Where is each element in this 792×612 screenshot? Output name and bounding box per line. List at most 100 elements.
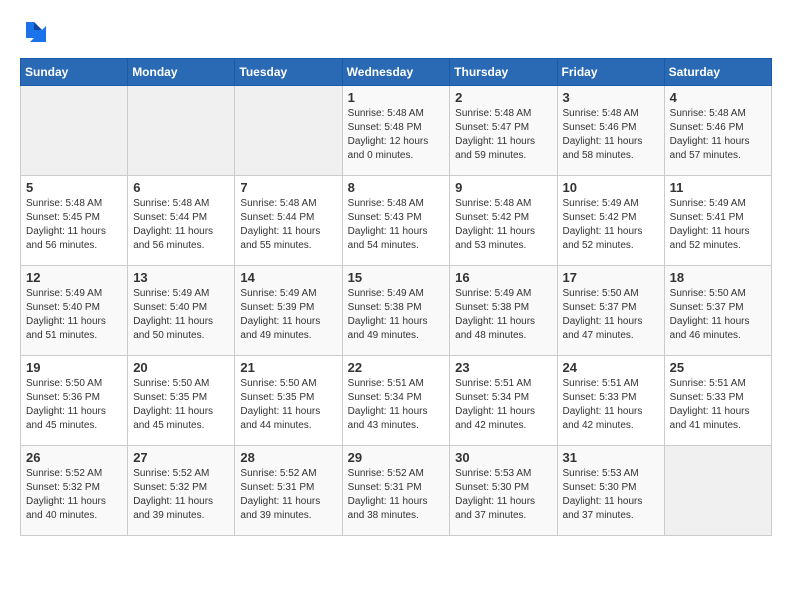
day-of-week-header: Sunday (21, 59, 128, 86)
day-info: Sunrise: 5:49 AM Sunset: 5:40 PM Dayligh… (26, 287, 122, 343)
calendar-cell: 29 Sunrise: 5:52 AM Sunset: 5:31 PM Dayli… (342, 446, 450, 536)
day-number: 22 (348, 360, 445, 375)
calendar-cell: 7Sunrise: 5:48 AM Sunset: 5:44 PM Daylig… (235, 176, 342, 266)
days-of-week-row: SundayMondayTuesdayWednesdayThursdayFrid… (21, 59, 772, 86)
calendar-cell: 16 Sunrise: 5:49 AM Sunset: 5:38 PM Dayli… (450, 266, 557, 356)
day-number: 23 (455, 360, 551, 375)
calendar-cell: 15 Sunrise: 5:49 AM Sunset: 5:38 PM Dayli… (342, 266, 450, 356)
calendar-body: 1 Sunrise: 5:48 AM Sunset: 5:48 PM Daylig… (21, 86, 772, 536)
day-info: Sunrise: 5:53 AM Sunset: 5:30 PM Dayligh… (563, 467, 659, 523)
day-of-week-header: Wednesday (342, 59, 450, 86)
calendar-cell: 28Sunrise: 5:52 AM Sunset: 5:31 PM Dayli… (235, 446, 342, 536)
calendar-cell: 25 Sunrise: 5:51 AM Sunset: 5:33 PM Dayli… (664, 356, 771, 446)
day-of-week-header: Tuesday (235, 59, 342, 86)
day-info: Sunrise: 5:50 AM Sunset: 5:35 PM Dayligh… (133, 377, 229, 433)
day-info: Sunrise: 5:49 AM Sunset: 5:39 PM Dayligh… (240, 287, 336, 343)
calendar-cell: 23 Sunrise: 5:51 AM Sunset: 5:34 PM Dayli… (450, 356, 557, 446)
day-info: Sunrise: 5:48 AM Sunset: 5:42 PM Dayligh… (455, 197, 551, 253)
day-info: Sunrise: 5:48 AM Sunset: 5:43 PM Dayligh… (348, 197, 445, 253)
day-number: 31 (563, 450, 659, 465)
day-number: 25 (670, 360, 766, 375)
calendar-cell: 9 Sunrise: 5:48 AM Sunset: 5:42 PM Daylig… (450, 176, 557, 266)
day-info: Sunrise: 5:51 AM Sunset: 5:33 PM Dayligh… (563, 377, 659, 433)
day-info: Sunrise: 5:48 AM Sunset: 5:46 PM Dayligh… (563, 107, 659, 163)
calendar-cell: 26 Sunrise: 5:52 AM Sunset: 5:32 PM Dayli… (21, 446, 128, 536)
day-info: Sunrise: 5:48 AM Sunset: 5:45 PM Dayligh… (26, 197, 122, 253)
day-info: Sunrise: 5:50 AM Sunset: 5:37 PM Dayligh… (670, 287, 766, 343)
day-number: 15 (348, 270, 445, 285)
calendar-week-row: 19 Sunrise: 5:50 AM Sunset: 5:36 PM Dayli… (21, 356, 772, 446)
calendar-cell: 4Sunrise: 5:48 AM Sunset: 5:46 PM Daylig… (664, 86, 771, 176)
day-info: Sunrise: 5:52 AM Sunset: 5:31 PM Dayligh… (348, 467, 445, 523)
day-number: 7 (240, 180, 336, 195)
day-number: 26 (26, 450, 122, 465)
day-number: 20 (133, 360, 229, 375)
day-number: 14 (240, 270, 336, 285)
calendar-cell: 12 Sunrise: 5:49 AM Sunset: 5:40 PM Dayli… (21, 266, 128, 356)
calendar-cell: 2 Sunrise: 5:48 AM Sunset: 5:47 PM Daylig… (450, 86, 557, 176)
day-info: Sunrise: 5:53 AM Sunset: 5:30 PM Dayligh… (455, 467, 551, 523)
calendar-cell: 14 Sunrise: 5:49 AM Sunset: 5:39 PM Dayli… (235, 266, 342, 356)
calendar-cell: 5Sunrise: 5:48 AM Sunset: 5:45 PM Daylig… (21, 176, 128, 266)
day-number: 9 (455, 180, 551, 195)
calendar-cell: 17 Sunrise: 5:50 AM Sunset: 5:37 PM Dayli… (557, 266, 664, 356)
calendar-cell: 1 Sunrise: 5:48 AM Sunset: 5:48 PM Daylig… (342, 86, 450, 176)
day-number: 4 (670, 90, 766, 105)
logo (20, 20, 52, 48)
day-number: 10 (563, 180, 659, 195)
day-info: Sunrise: 5:50 AM Sunset: 5:36 PM Dayligh… (26, 377, 122, 433)
calendar-cell: 22 Sunrise: 5:51 AM Sunset: 5:34 PM Dayli… (342, 356, 450, 446)
day-number: 17 (563, 270, 659, 285)
day-info: Sunrise: 5:51 AM Sunset: 5:34 PM Dayligh… (455, 377, 551, 433)
day-info: Sunrise: 5:52 AM Sunset: 5:32 PM Dayligh… (26, 467, 122, 523)
day-number: 28 (240, 450, 336, 465)
day-info: Sunrise: 5:48 AM Sunset: 5:44 PM Dayligh… (133, 197, 229, 253)
page-header (20, 20, 772, 48)
calendar-week-row: 5Sunrise: 5:48 AM Sunset: 5:45 PM Daylig… (21, 176, 772, 266)
day-number: 16 (455, 270, 551, 285)
day-number: 13 (133, 270, 229, 285)
calendar-cell: 18Sunrise: 5:50 AM Sunset: 5:37 PM Dayli… (664, 266, 771, 356)
logo-icon (20, 20, 48, 48)
day-of-week-header: Saturday (664, 59, 771, 86)
calendar-cell: 11 Sunrise: 5:49 AM Sunset: 5:41 PM Dayli… (664, 176, 771, 266)
calendar-cell (235, 86, 342, 176)
day-number: 29 (348, 450, 445, 465)
calendar-cell (664, 446, 771, 536)
day-number: 24 (563, 360, 659, 375)
day-info: Sunrise: 5:49 AM Sunset: 5:38 PM Dayligh… (348, 287, 445, 343)
day-of-week-header: Monday (128, 59, 235, 86)
day-info: Sunrise: 5:50 AM Sunset: 5:37 PM Dayligh… (563, 287, 659, 343)
calendar-table: SundayMondayTuesdayWednesdayThursdayFrid… (20, 58, 772, 536)
day-info: Sunrise: 5:52 AM Sunset: 5:32 PM Dayligh… (133, 467, 229, 523)
day-number: 12 (26, 270, 122, 285)
calendar-cell: 24 Sunrise: 5:51 AM Sunset: 5:33 PM Dayli… (557, 356, 664, 446)
day-info: Sunrise: 5:49 AM Sunset: 5:41 PM Dayligh… (670, 197, 766, 253)
day-info: Sunrise: 5:48 AM Sunset: 5:47 PM Dayligh… (455, 107, 551, 163)
calendar-week-row: 26 Sunrise: 5:52 AM Sunset: 5:32 PM Dayli… (21, 446, 772, 536)
calendar-week-row: 12 Sunrise: 5:49 AM Sunset: 5:40 PM Dayli… (21, 266, 772, 356)
day-number: 1 (348, 90, 445, 105)
calendar-cell: 19 Sunrise: 5:50 AM Sunset: 5:36 PM Dayli… (21, 356, 128, 446)
day-info: Sunrise: 5:49 AM Sunset: 5:38 PM Dayligh… (455, 287, 551, 343)
calendar-cell (21, 86, 128, 176)
day-info: Sunrise: 5:49 AM Sunset: 5:42 PM Dayligh… (563, 197, 659, 253)
day-info: Sunrise: 5:48 AM Sunset: 5:48 PM Dayligh… (348, 107, 445, 163)
day-info: Sunrise: 5:50 AM Sunset: 5:35 PM Dayligh… (240, 377, 336, 433)
day-number: 3 (563, 90, 659, 105)
day-info: Sunrise: 5:51 AM Sunset: 5:34 PM Dayligh… (348, 377, 445, 433)
calendar-cell: 13 Sunrise: 5:49 AM Sunset: 5:40 PM Dayli… (128, 266, 235, 356)
day-info: Sunrise: 5:49 AM Sunset: 5:40 PM Dayligh… (133, 287, 229, 343)
calendar-cell: 31 Sunrise: 5:53 AM Sunset: 5:30 PM Dayli… (557, 446, 664, 536)
calendar-cell: 27Sunrise: 5:52 AM Sunset: 5:32 PM Dayli… (128, 446, 235, 536)
day-of-week-header: Friday (557, 59, 664, 86)
day-number: 6 (133, 180, 229, 195)
day-number: 19 (26, 360, 122, 375)
day-number: 8 (348, 180, 445, 195)
day-number: 2 (455, 90, 551, 105)
calendar-cell (128, 86, 235, 176)
calendar-cell: 30Sunrise: 5:53 AM Sunset: 5:30 PM Dayli… (450, 446, 557, 536)
day-number: 11 (670, 180, 766, 195)
day-info: Sunrise: 5:51 AM Sunset: 5:33 PM Dayligh… (670, 377, 766, 433)
day-number: 21 (240, 360, 336, 375)
